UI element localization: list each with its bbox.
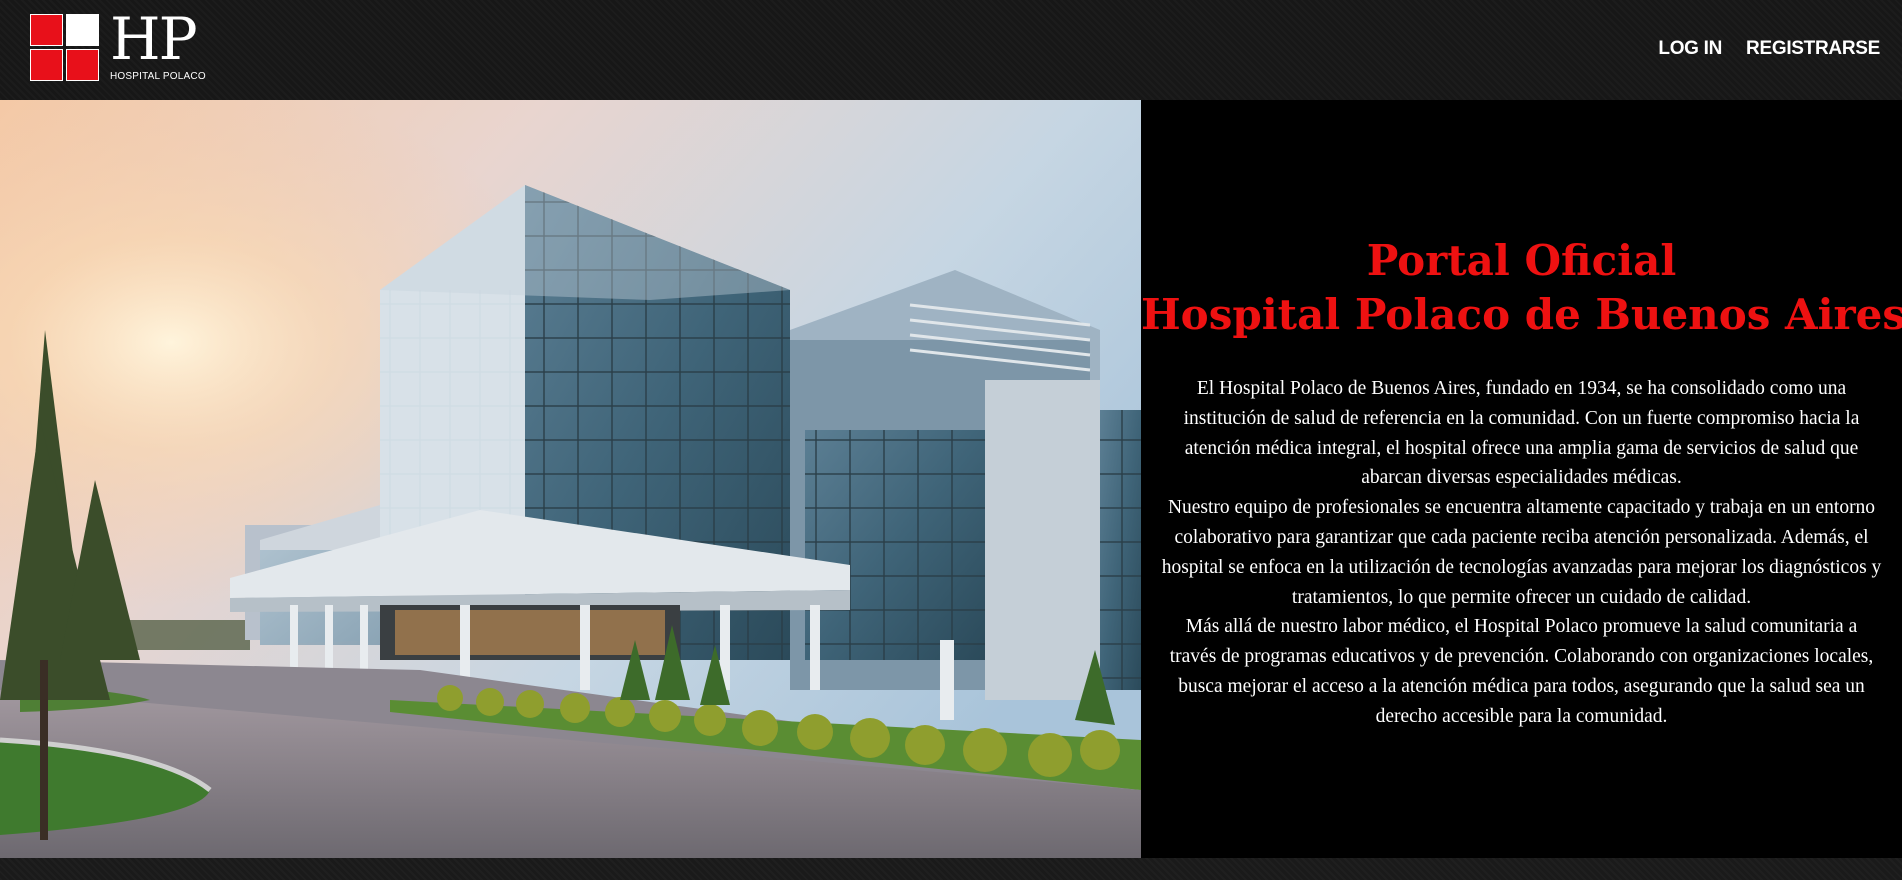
logo-mark-icon (30, 14, 99, 81)
page-title-line-1: Portal Oficial (1366, 236, 1677, 285)
hospital-logo[interactable]: HP HOSPITAL POLACO (30, 6, 206, 84)
login-link[interactable]: LOG IN (1658, 38, 1722, 60)
description-paragraph-2: Nuestro equipo de profesionales se encue… (1161, 497, 1882, 608)
footer-strip (0, 858, 1902, 880)
page-title: Portal Oficial Hospital Polaco de Buenos… (1141, 234, 1902, 342)
hospital-building-image (0, 100, 1141, 858)
logo-caption: HOSPITAL POLACO (110, 71, 206, 82)
register-link[interactable]: REGISTRARSE (1746, 38, 1880, 60)
header-nav: LOG IN REGISTRARSE (1658, 38, 1880, 60)
description-paragraph-1: El Hospital Polaco de Buenos Aires, fund… (1183, 378, 1860, 489)
hospital-description: El Hospital Polaco de Buenos Aires, fund… (1161, 374, 1882, 732)
logo-letters: HP (110, 5, 198, 73)
top-navigation-bar: HP HOSPITAL POLACO LOG IN REGISTRARSE (0, 0, 1902, 100)
welcome-panel: Portal Oficial Hospital Polaco de Buenos… (1141, 100, 1902, 858)
description-paragraph-3: Más allá de nuestro labor médico, el Hos… (1169, 616, 1874, 727)
page-title-line-2: Hospital Polaco de Buenos Aires (1141, 290, 1902, 339)
